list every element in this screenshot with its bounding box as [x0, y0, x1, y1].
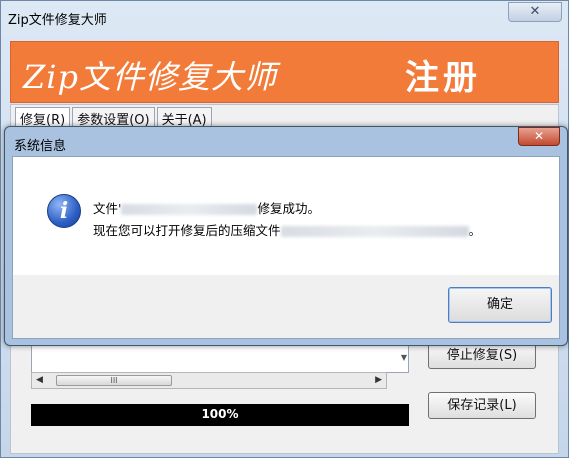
scroll-right-arrow-icon[interactable]: ▶: [375, 375, 382, 385]
tab-about[interactable]: 关于(A): [156, 107, 212, 128]
ok-button[interactable]: 确定: [448, 287, 552, 323]
scroll-down-arrow-icon[interactable]: ▼: [401, 353, 407, 362]
main-window-title: Zip文件修复大师: [8, 13, 107, 28]
message-area: i 文件' 修复成功。 现在您可以打开修复后的压缩文件 。: [13, 157, 559, 275]
progress-bar: 100%: [31, 404, 409, 426]
banner: Zip文件修复大师 注册: [10, 41, 559, 103]
dialog-body: i 文件' 修复成功。 现在您可以打开修复后的压缩文件 。 确定: [12, 156, 560, 339]
tab-settings[interactable]: 参数设置(O): [72, 107, 155, 128]
redacted-filename: [121, 204, 258, 215]
progress-text: 100%: [201, 407, 239, 421]
message-line-2: 现在您可以打开修复后的压缩文件 。: [93, 220, 481, 239]
save-log-button[interactable]: 保存记录(L): [428, 392, 536, 419]
banner-title: Zip文件修复大师: [23, 58, 277, 96]
message-line-2-suffix: 。: [468, 223, 482, 238]
scroll-left-arrow-icon[interactable]: ◀: [36, 375, 43, 385]
stop-repair-button[interactable]: 停止修复(S): [428, 342, 536, 369]
register-link[interactable]: 注册: [405, 50, 481, 99]
message-line-1-suffix: 修复成功。: [257, 201, 320, 216]
horizontal-scrollbar[interactable]: ◀ III ▶: [31, 372, 387, 389]
main-close-button[interactable]: ✕: [508, 2, 562, 22]
info-icon: i: [47, 194, 81, 228]
message-line-1: 文件' 修复成功。: [93, 198, 320, 217]
system-info-dialog: 系统信息 ✕ i 文件' 修复成功。 现在您可以打开修复后的压缩文件 。 确定: [4, 126, 568, 346]
message-line-2-prefix: 现在您可以打开修复后的压缩文件: [93, 223, 281, 238]
main-titlebar: Zip文件修复大师 ✕: [1, 1, 568, 35]
dialog-title: 系统信息: [14, 139, 67, 154]
scrollbar-thumb[interactable]: III: [56, 375, 172, 386]
redacted-output-path: [280, 226, 469, 237]
dialog-close-button[interactable]: ✕: [518, 127, 560, 146]
tab-repair[interactable]: 修复(R): [15, 107, 71, 128]
tab-strip: 修复(R) 参数设置(O) 关于(A): [15, 107, 214, 128]
message-line-1-prefix: 文件': [93, 201, 122, 216]
